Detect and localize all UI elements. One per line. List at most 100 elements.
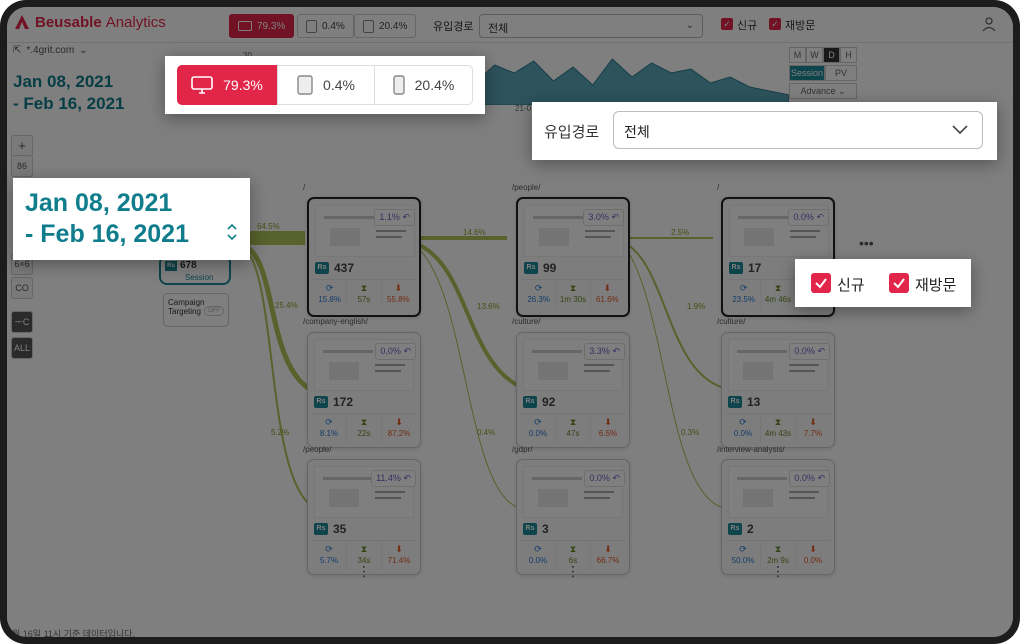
- revisit-rate: 3.0% ↶: [583, 209, 624, 226]
- refresh-icon: ⟳: [325, 417, 333, 427]
- undo-icon: ↶: [817, 346, 825, 356]
- session-count: Rs 3: [523, 522, 549, 536]
- page-path: /culture/: [717, 317, 746, 326]
- new-visitor-label: 신규: [837, 277, 865, 294]
- exit-icon: ⬇: [809, 417, 817, 427]
- refresh-icon: ⟳: [325, 544, 333, 554]
- link-label: 25.4%: [275, 301, 298, 310]
- date-range-popup[interactable]: Jan 08, 2021 - Feb 16, 2021: [13, 178, 250, 260]
- channel-select[interactable]: 전체: [613, 111, 983, 149]
- device-desktop-button[interactable]: 79.3%: [177, 65, 277, 105]
- page-path: /: [303, 183, 306, 192]
- hourglass-icon: ⧗: [360, 417, 368, 427]
- page-card[interactable]: 0.0% ↶ Rs 3 ⟳ 0.0% ⧗ 6s ⬇ 66.7%: [516, 459, 630, 575]
- page-path: /culture/: [512, 317, 541, 326]
- page-path: /interview-analysis/: [717, 445, 785, 454]
- device-filter-popup: 79.3% 0.4% 20.4%: [165, 56, 485, 114]
- page-card[interactable]: 3.0% ↶ Rs 99 ⟳ 26.3% ⧗ 1m 30s ⬇ 61.6%: [516, 197, 630, 317]
- undo-icon: ↶: [611, 212, 619, 222]
- more-icon[interactable]: •••: [859, 235, 874, 251]
- page-card[interactable]: 11.4% ↶ Rs 35 ⟳ 5.7% ⧗ 34s ⬇ 71.4%: [307, 459, 421, 575]
- link-label: 64.5%: [257, 222, 280, 231]
- revisit-rate: 0.0% ↶: [789, 470, 830, 487]
- rs-icon: Rs: [524, 262, 538, 274]
- card-stats: ⟳ 8.1% ⧗ 22s ⬇ 87.2%: [312, 413, 416, 443]
- hourglass-icon: ⧗: [360, 544, 368, 554]
- revisit-rate: 0.0% ↶: [788, 209, 829, 226]
- page-path: /company-english/: [303, 317, 368, 326]
- more-icon[interactable]: ⋮: [357, 563, 371, 580]
- refresh-icon: ⟳: [325, 283, 334, 293]
- rs-icon: Rs: [523, 396, 537, 408]
- chevron-updown-icon[interactable]: [227, 224, 237, 240]
- visitor-type-popup: 신규 재방문: [795, 259, 971, 307]
- rs-icon: Rs: [729, 262, 743, 274]
- session-count: Rs 99: [524, 261, 556, 275]
- more-icon[interactable]: ⋮: [566, 563, 580, 580]
- session-count: Rs 92: [523, 395, 555, 409]
- hourglass-icon: ⧗: [360, 283, 368, 293]
- page-card[interactable]: 0.0% ↶ Rs 172 ⟳ 8.1% ⧗ 22s ⬇ 87.2%: [307, 332, 421, 448]
- rs-icon: Rs: [728, 523, 742, 535]
- page-path: /people/: [303, 445, 332, 454]
- rs-icon: Rs: [315, 262, 329, 274]
- hourglass-icon: ⧗: [569, 544, 577, 554]
- card-stats: ⟳ 26.3% ⧗ 1m 30s ⬇ 61.6%: [522, 279, 624, 309]
- session-count: Rs 172: [314, 395, 353, 409]
- link-label: 0.4%: [477, 428, 496, 437]
- exit-icon: ⬇: [809, 544, 817, 554]
- page-path: /gdpr/: [512, 445, 533, 454]
- return-visitor-checkbox[interactable]: [889, 273, 909, 293]
- page-path: /: [717, 183, 720, 192]
- revisit-rate: 3.3% ↶: [584, 343, 625, 360]
- exit-icon: ⬇: [604, 544, 612, 554]
- revisit-rate: 11.4% ↶: [371, 470, 416, 487]
- refresh-icon: ⟳: [739, 283, 748, 293]
- rs-icon: Rs: [523, 523, 537, 535]
- revisit-rate: 1.1% ↶: [374, 209, 415, 226]
- more-icon[interactable]: ⋮: [771, 563, 785, 580]
- link-label: 14.6%: [463, 228, 486, 237]
- page-card[interactable]: 1.1% ↶ Rs 437 ⟳ 15.8% ⧗ 57s ⬇ 55.8%: [307, 197, 421, 317]
- channel-label: 유입경로: [544, 124, 600, 141]
- undo-icon: ↶: [403, 473, 411, 483]
- hourglass-icon: ⧗: [569, 283, 577, 293]
- session-count: Rs 2: [728, 522, 754, 536]
- mobile-icon: [392, 75, 405, 95]
- rs-icon: Rs: [314, 396, 328, 408]
- check-icon: [893, 278, 905, 289]
- link-label: 5.2%: [271, 428, 290, 437]
- check-icon: [815, 278, 827, 289]
- return-visitor-label: 재방문: [915, 277, 957, 294]
- undo-icon: ↶: [816, 212, 824, 222]
- date-end: - Feb 16, 2021: [25, 220, 189, 248]
- hourglass-icon: ⧗: [774, 544, 782, 554]
- page-card[interactable]: 0.0% ↶ Rs 13 ⟳ 0.0% ⧗ 4m 43s ⬇ 7.7%: [721, 332, 835, 448]
- refresh-icon: ⟳: [739, 417, 747, 427]
- refresh-icon: ⟳: [534, 417, 542, 427]
- hourglass-icon: ⧗: [569, 417, 577, 427]
- desktop-icon: [191, 76, 213, 94]
- undo-icon: ↶: [612, 473, 620, 483]
- hourglass-icon: ⧗: [774, 417, 782, 427]
- undo-icon: ↶: [817, 473, 825, 483]
- revisit-rate: 0.0% ↶: [375, 343, 416, 360]
- new-visitor-checkbox[interactable]: [811, 273, 831, 293]
- channel-filter-popup: 유입경로 전체: [532, 102, 997, 160]
- tablet-icon: [297, 75, 313, 95]
- exit-icon: ⬇: [395, 544, 403, 554]
- device-mobile-button[interactable]: 20.4%: [375, 65, 473, 105]
- refresh-icon: ⟳: [534, 544, 542, 554]
- undo-icon: ↶: [402, 212, 410, 222]
- card-stats: ⟳ 0.0% ⧗ 47s ⬇ 6.5%: [521, 413, 625, 443]
- page-card[interactable]: 0.0% ↶ Rs 2 ⟳ 50.0% ⧗ 2m 9s ⬇ 0.0%: [721, 459, 835, 575]
- link-label: 1.9%: [687, 302, 706, 311]
- session-count: Rs 35: [314, 522, 346, 536]
- undo-icon: ↶: [612, 346, 620, 356]
- revisit-rate: 0.0% ↶: [584, 470, 625, 487]
- session-count: Rs 17: [729, 261, 761, 275]
- rs-icon: Rs: [314, 523, 328, 535]
- page-card[interactable]: 3.3% ↶ Rs 92 ⟳ 0.0% ⧗ 47s ⬇ 6.5%: [516, 332, 630, 448]
- session-count: Rs 13: [728, 395, 760, 409]
- device-tablet-button[interactable]: 0.4%: [277, 65, 375, 105]
